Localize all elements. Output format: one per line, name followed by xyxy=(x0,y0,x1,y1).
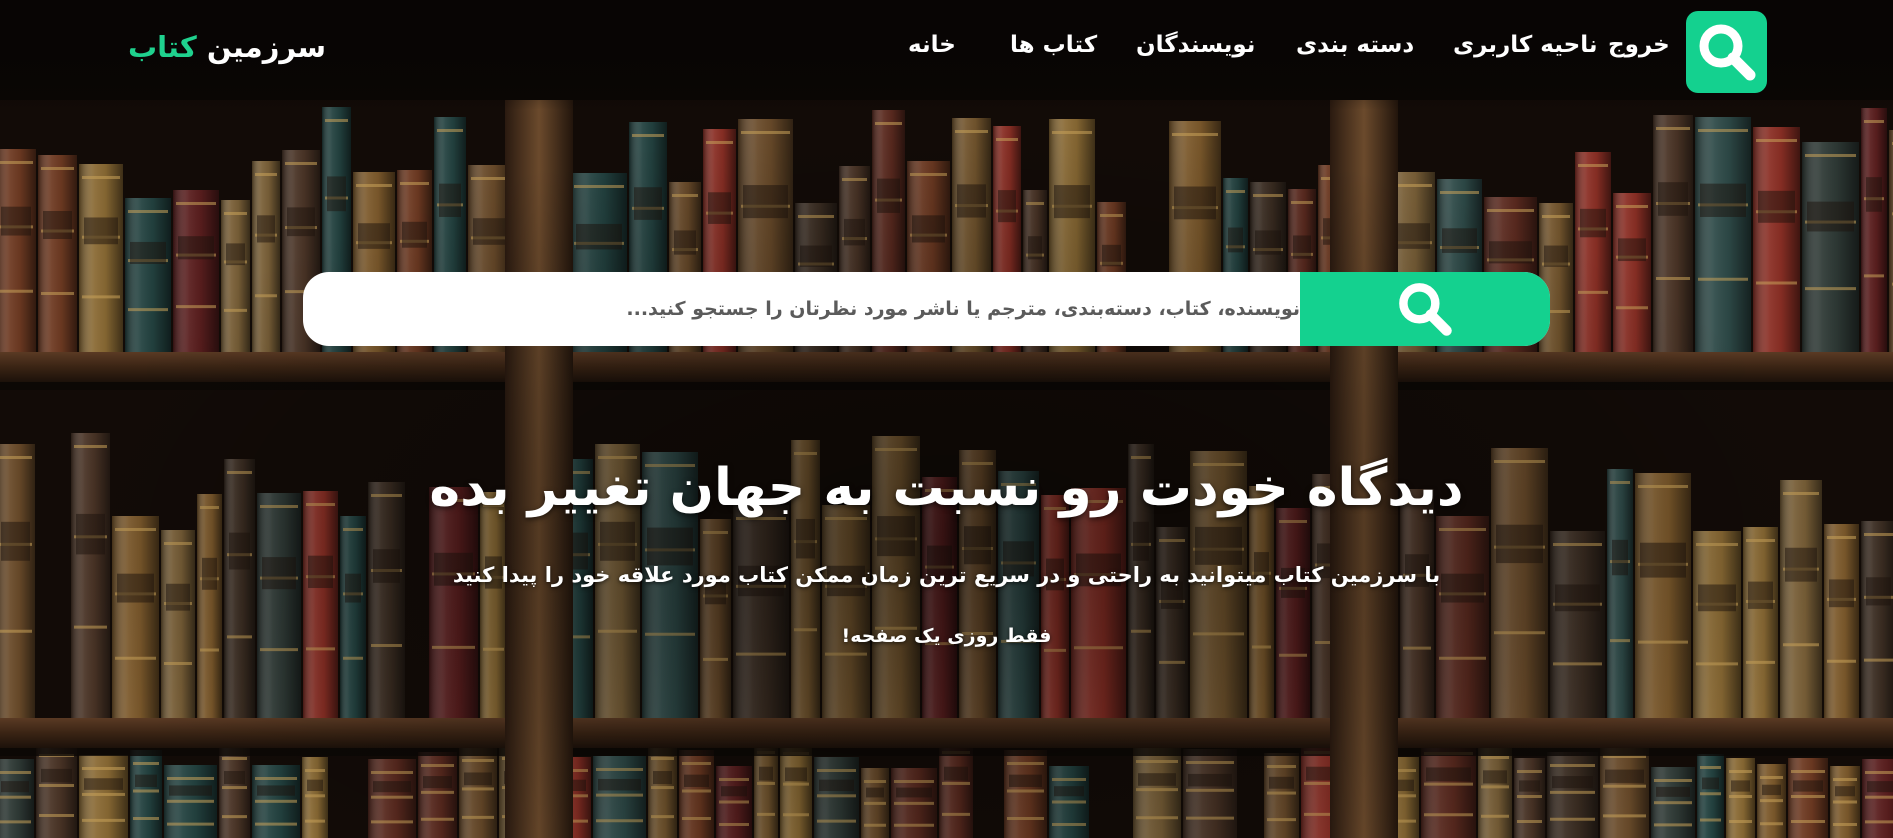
brand-logo-text[interactable]: سرزمین کتاب xyxy=(128,30,326,70)
brand-name-main: سرزمین xyxy=(196,30,326,64)
hero-title: دیدگاه خودت رو نسبت به جهان تغییر بده xyxy=(429,458,1464,518)
brand-name-accent: کتاب xyxy=(128,30,197,64)
hero-subtitle: با سرزمین کتاب میتوانید به راحتی و در سر… xyxy=(452,563,1441,587)
search-bar xyxy=(303,272,1550,346)
nav-link-logout[interactable]: خروج xyxy=(1608,32,1670,58)
background-dim-overlay xyxy=(0,0,1893,838)
header-search-button[interactable] xyxy=(1686,11,1767,93)
nav-link-home[interactable]: خانه xyxy=(908,32,956,58)
search-input[interactable] xyxy=(303,272,1300,346)
nav-link-authors[interactable]: نویسندگان xyxy=(1136,32,1255,58)
nav-link-user-area[interactable]: ناحیه کاربری xyxy=(1453,32,1597,58)
hero-tagline: فقط روزی یک صفحه! xyxy=(841,625,1052,647)
search-icon xyxy=(1699,24,1755,81)
search-icon xyxy=(1399,283,1452,336)
nav-link-books[interactable]: کتاب ها xyxy=(1010,32,1097,58)
nav-link-categories[interactable]: دسته بندی xyxy=(1296,32,1414,58)
search-submit-button[interactable] xyxy=(1300,272,1550,346)
site-header: سرزمین کتاب خانه کتاب ها نویسندگان دسته … xyxy=(0,0,1893,100)
